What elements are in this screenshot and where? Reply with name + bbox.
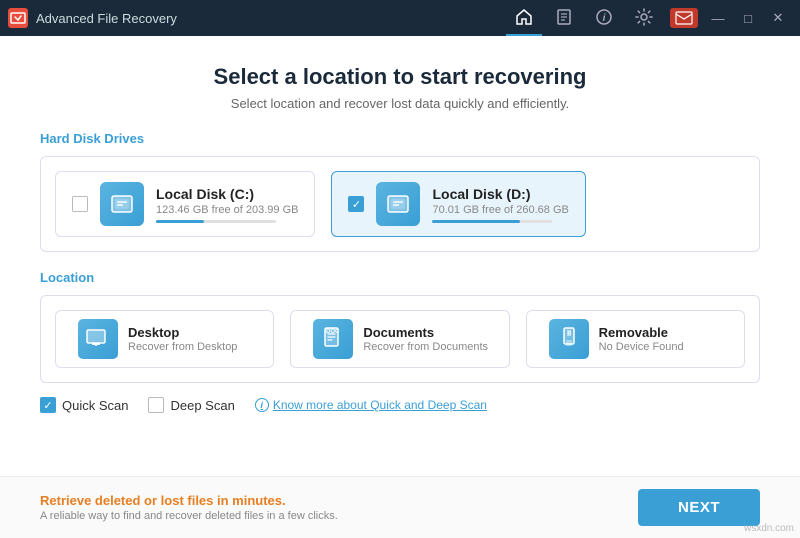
drive-c-bar-fill <box>156 220 204 223</box>
desktop-info: Desktop Recover from Desktop <box>128 325 237 353</box>
notification-badge[interactable] <box>670 8 698 28</box>
desktop-sub: Recover from Desktop <box>128 341 237 353</box>
tab-settings[interactable] <box>626 0 662 36</box>
hdd-section: Local Disk (C:) 123.46 GB free of 203.99… <box>40 156 760 252</box>
minimize-button[interactable]: — <box>704 4 732 32</box>
page-subtitle: Select location and recover lost data qu… <box>20 96 780 111</box>
drive-c-card[interactable]: Local Disk (C:) 123.46 GB free of 203.99… <box>55 171 315 237</box>
drive-d-card[interactable]: ✓ Local Disk (D:) 70.01 GB free of 260.6… <box>331 171 585 237</box>
title-bar: Advanced File Recovery i <box>0 0 800 36</box>
scan-options: ✓ Quick Scan Deep Scan i Know more about… <box>40 397 760 421</box>
svg-text:i: i <box>603 13 606 24</box>
next-button[interactable]: NEXT <box>638 489 760 526</box>
footer-title: Retrieve deleted or lost files in minute… <box>40 493 338 508</box>
location-desktop[interactable]: Desktop Recover from Desktop <box>55 310 274 368</box>
drive-c-checkbox[interactable] <box>72 196 88 212</box>
tab-info[interactable]: i <box>586 0 622 36</box>
documents-name: Documents <box>363 325 488 340</box>
deep-scan-option[interactable]: Deep Scan <box>148 397 234 413</box>
drive-c-icon <box>100 182 144 226</box>
quick-scan-checkbox[interactable]: ✓ <box>40 397 56 413</box>
drive-c-info: Local Disk (C:) 123.46 GB free of 203.99… <box>156 186 298 223</box>
drive-d-bar-fill <box>432 220 520 223</box>
svg-text:DOC: DOC <box>326 329 340 335</box>
location-removable[interactable]: Removable No Device Found <box>526 310 745 368</box>
deep-scan-label: Deep Scan <box>170 398 234 413</box>
title-tabs: i <box>506 0 662 36</box>
location-section-label: Location <box>40 270 760 285</box>
drive-d-name: Local Disk (D:) <box>432 186 568 202</box>
app-name: Advanced File Recovery <box>36 11 506 26</box>
documents-icon: DOC <box>313 319 353 359</box>
location-section: Desktop Recover from Desktop DOC <box>40 295 760 383</box>
maximize-button[interactable]: □ <box>734 4 762 32</box>
removable-sub: No Device Found <box>599 341 684 353</box>
quick-scan-option[interactable]: ✓ Quick Scan <box>40 397 128 413</box>
location-cards: Desktop Recover from Desktop DOC <box>55 310 745 368</box>
quick-scan-label: Quick Scan <box>62 398 128 413</box>
documents-sub: Recover from Documents <box>363 341 488 353</box>
removable-icon <box>549 319 589 359</box>
drive-d-bar <box>432 220 552 223</box>
hdd-section-label: Hard Disk Drives <box>40 131 760 146</box>
hdd-cards: Local Disk (C:) 123.46 GB free of 203.99… <box>55 171 745 237</box>
tab-home[interactable] <box>506 0 542 36</box>
page-title: Select a location to start recovering <box>20 64 780 90</box>
drive-d-icon <box>376 182 420 226</box>
window-controls: — □ ✕ <box>670 4 792 32</box>
app-logo <box>8 8 28 28</box>
watermark: wsxdn.com <box>744 523 794 534</box>
drive-c-name: Local Disk (C:) <box>156 186 298 202</box>
location-documents[interactable]: DOC Documents Recover from Documents <box>290 310 509 368</box>
removable-info: Removable No Device Found <box>599 325 684 353</box>
scan-info-link[interactable]: i Know more about Quick and Deep Scan <box>255 398 487 412</box>
desktop-name: Desktop <box>128 325 237 340</box>
drive-c-size: 123.46 GB free of 203.99 GB <box>156 204 298 216</box>
close-button[interactable]: ✕ <box>764 4 792 32</box>
footer-subtitle: A reliable way to find and recover delet… <box>40 510 338 522</box>
tab-log[interactable] <box>546 0 582 36</box>
drive-d-checkbox[interactable]: ✓ <box>348 196 364 212</box>
drive-c-bar <box>156 220 276 223</box>
documents-info: Documents Recover from Documents <box>363 325 488 353</box>
page-header: Select a location to start recovering Se… <box>0 36 800 131</box>
drive-d-size: 70.01 GB free of 260.68 GB <box>432 204 568 216</box>
main-content: Select a location to start recovering Se… <box>0 36 800 538</box>
desktop-icon <box>78 319 118 359</box>
content-area: Hard Disk Drives Local Disk <box>0 131 800 476</box>
scan-link-text[interactable]: Know more about Quick and Deep Scan <box>273 398 487 412</box>
drive-d-info: Local Disk (D:) 70.01 GB free of 260.68 … <box>432 186 568 223</box>
footer: Retrieve deleted or lost files in minute… <box>0 476 800 538</box>
info-icon: i <box>255 398 269 412</box>
removable-name: Removable <box>599 325 684 340</box>
deep-scan-checkbox[interactable] <box>148 397 164 413</box>
footer-text: Retrieve deleted or lost files in minute… <box>40 493 338 522</box>
